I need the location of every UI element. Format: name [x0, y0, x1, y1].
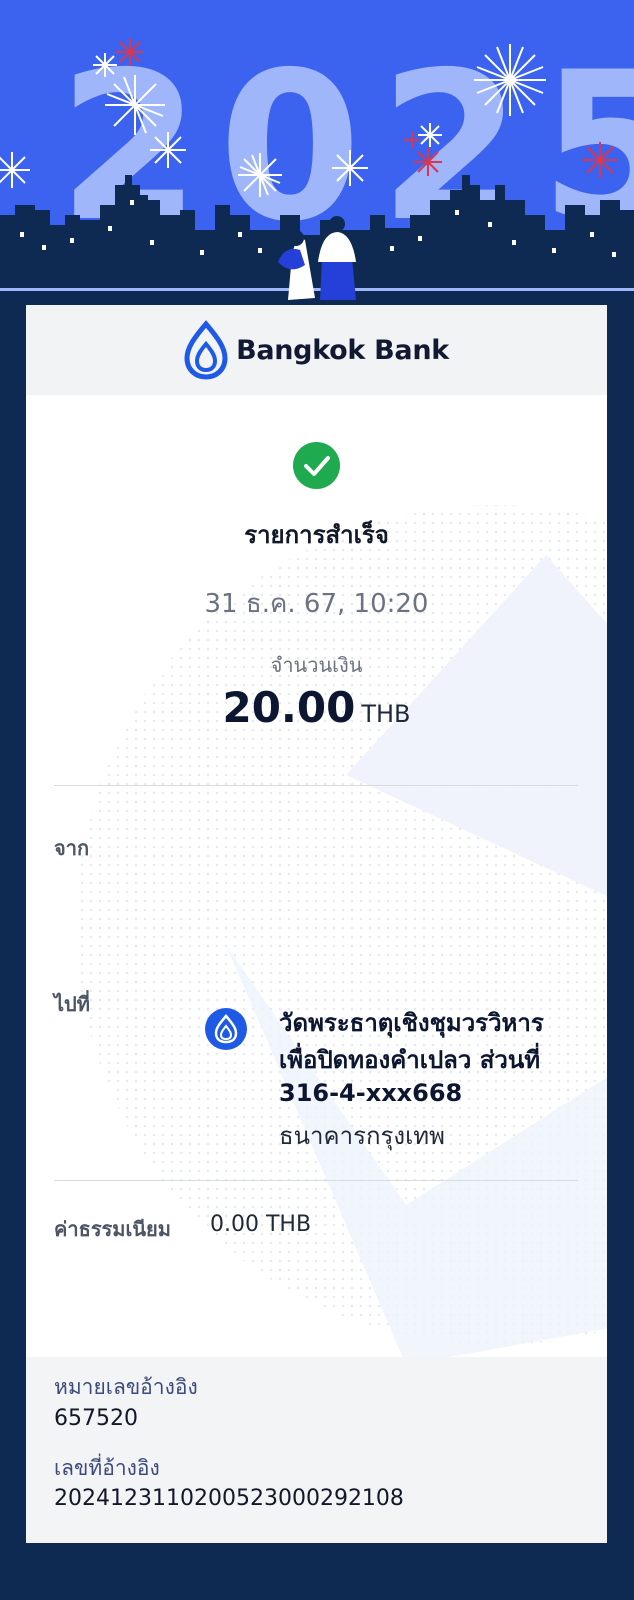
transaction-status: รายการสำเร็จ [244, 521, 389, 549]
firework-and-skyline-illustration [0, 38, 634, 305]
amount-label: จำนวนเงิน [270, 653, 363, 677]
recipient-account: 316-4-xxx668 [279, 1079, 463, 1107]
from-label: จาก [54, 836, 90, 860]
divider [54, 785, 578, 786]
success-check-icon [293, 442, 340, 489]
fee-label: ค่าธรรมเนียม [54, 1217, 171, 1241]
red-firework-icon [116, 38, 618, 178]
reference-number-value: 657520 [54, 1406, 138, 1431]
brand-logo: Bangkok Bank [184, 320, 449, 380]
card-header: Bangkok Bank [26, 305, 607, 395]
to-label: ไปที่ [54, 992, 90, 1016]
receipt-page: 2025 Bangkok Bank รายการสำเร็จ 31 ธ.ค. 6… [0, 0, 634, 1600]
recipient-name: วัดพระธาตุเชิงชุมวรวิหาร เพื่อปิดทองคำเป… [279, 1005, 589, 1079]
amount-value: 20.00 [222, 683, 356, 732]
recipient-name-line2: เพื่อปิดทองคำเปลว ส่วนที่ [279, 1046, 541, 1074]
transaction-datetime: 31 ธ.ค. 67, 10:20 [204, 589, 429, 619]
recipient-name-line1: วัดพระธาตุเชิงชุมวรวิหาร [279, 1009, 544, 1037]
bank-logo-icon [205, 1008, 247, 1050]
divider [54, 1180, 578, 1181]
reference-number-label: หมายเลขอ้างอิง [54, 1375, 198, 1399]
brand-name: Bangkok Bank [236, 334, 449, 366]
firework-icon [0, 44, 546, 197]
receipt-card: Bangkok Bank รายการสำเร็จ 31 ธ.ค. 67, 10… [26, 305, 607, 1543]
new-year-banner: 2025 [0, 0, 634, 305]
fee-value: 0.00 THB [210, 1212, 312, 1237]
amount-display: 20.00 THB [26, 683, 607, 732]
reference-section: หมายเลขอ้างอิง 657520 เลขที่อ้างอิง 2024… [26, 1357, 607, 1543]
amount-currency: THB [361, 700, 411, 728]
bangkok-bank-logo-icon [184, 320, 228, 380]
reference-id-label: เลขที่อ้างอิง [54, 1456, 160, 1480]
reference-id-value: 2024123110200523000292108 [54, 1486, 404, 1511]
recipient-bank: ธนาคารกรุงเทพ [279, 1122, 445, 1150]
